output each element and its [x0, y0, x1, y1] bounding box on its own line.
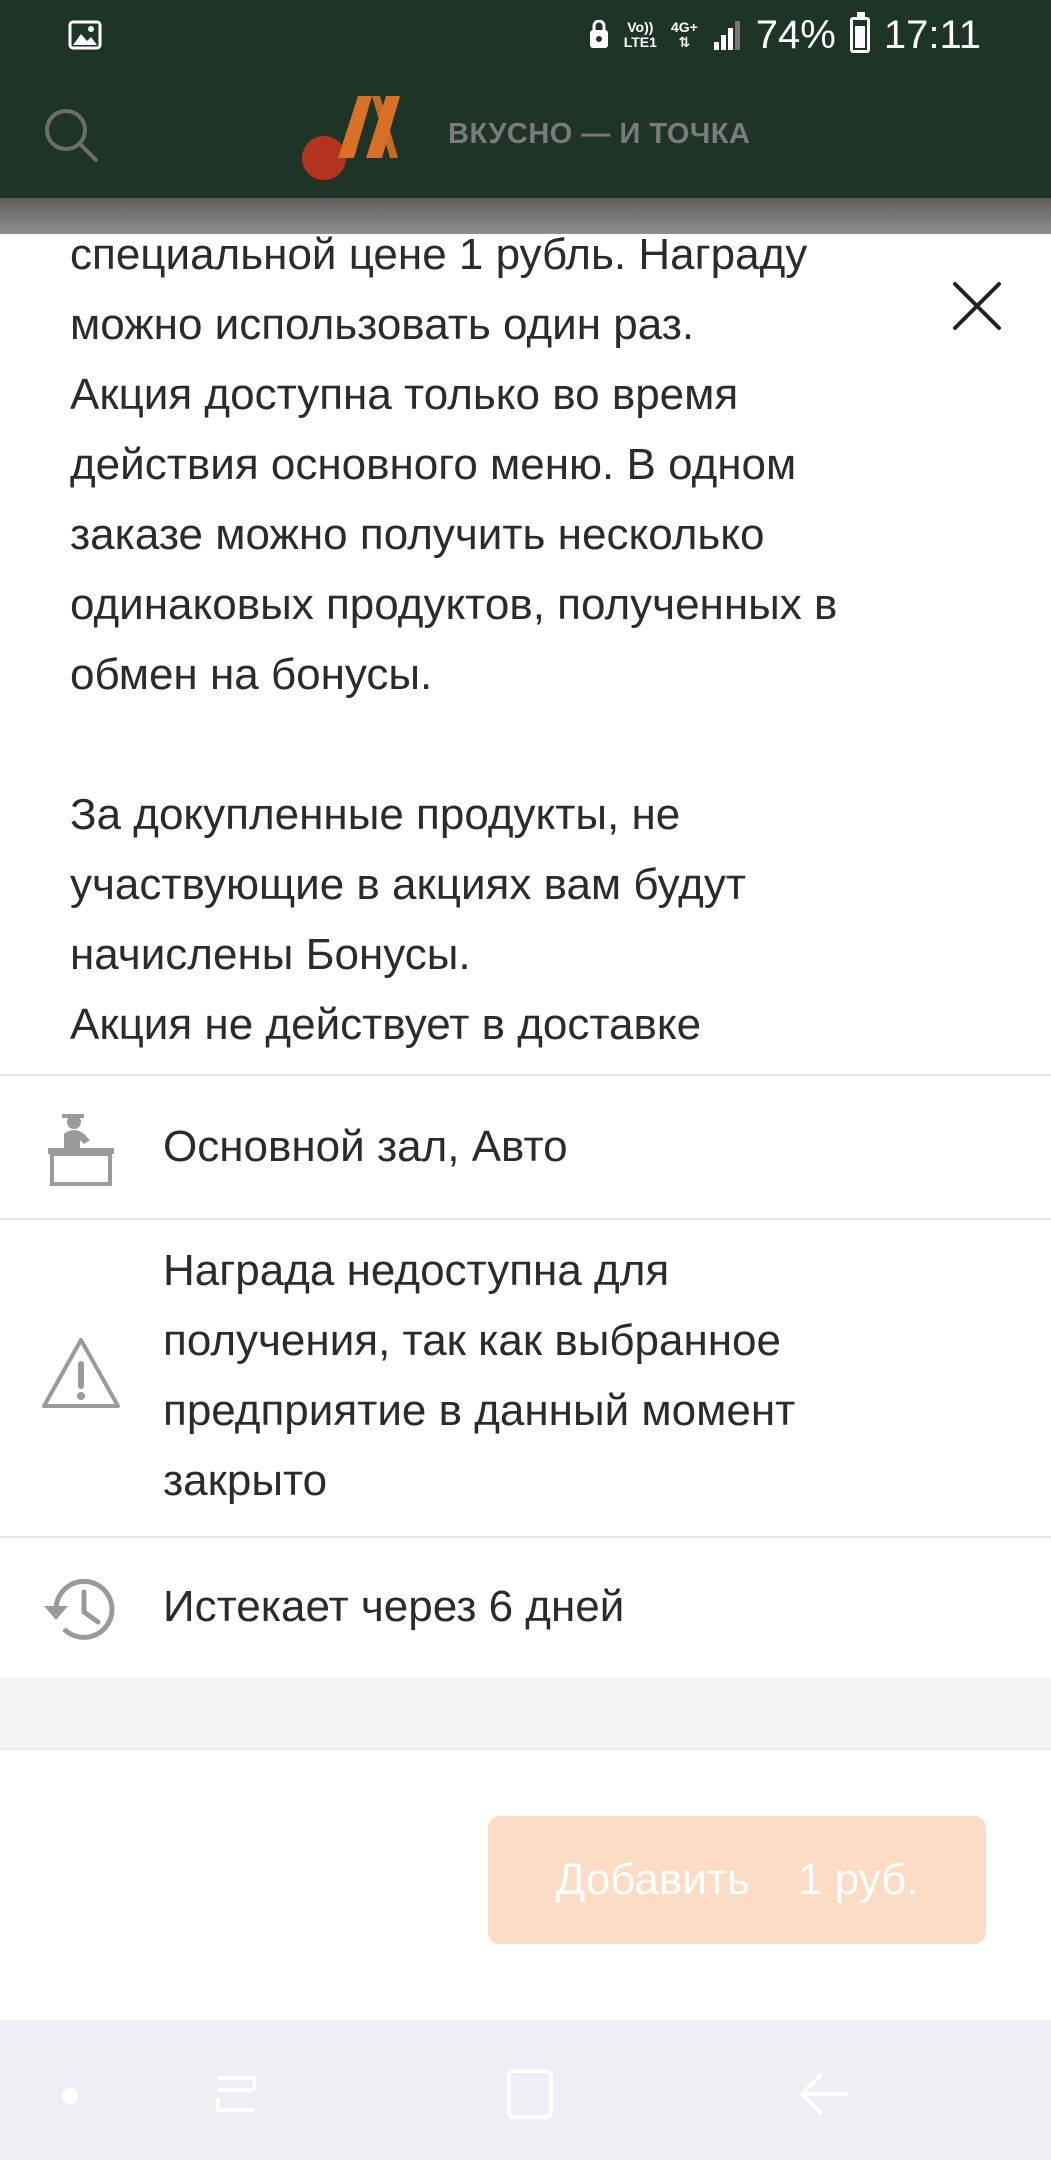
dimmed-backdrop[interactable] — [0, 198, 1051, 234]
note-line: Акция не действует в доставке — [70, 1000, 702, 1049]
history-icon — [44, 1578, 115, 1640]
signal-icon — [713, 21, 740, 50]
close-icon[interactable] — [945, 274, 1009, 338]
warning-line: получения, так как выбранное — [163, 1316, 781, 1365]
note-line: участвующие в акциях вам будут — [70, 860, 747, 909]
search-icon[interactable] — [42, 106, 100, 164]
description-line: можно использовать один раз. — [70, 300, 695, 349]
volte-indicator: Vo)) LTE1 — [623, 19, 657, 50]
battery-percent: 74% — [755, 12, 836, 57]
expiry-label: Истекает через 6 дней — [163, 1582, 625, 1631]
note-line: начислены Бонусы. — [70, 930, 471, 979]
description-line: обмен на бонусы. — [70, 650, 433, 699]
nfc-lock-icon — [589, 20, 608, 48]
warning-text: Награда недоступна для получения, так ка… — [163, 1236, 1023, 1516]
reward-sheet: специальной цене 1 рубль. Награду можно … — [0, 234, 1051, 2020]
description-line: специальной цене 1 рубль. Награду — [70, 234, 808, 279]
battery-icon — [849, 12, 870, 53]
description-line: действия основного меню. В одном — [70, 440, 797, 489]
restaurant-hall-label: Основной зал, Авто — [163, 1122, 568, 1171]
description-line: заказе можно получить несколько — [70, 510, 765, 559]
home-icon[interactable] — [506, 2068, 554, 2120]
recents-icon[interactable] — [210, 2068, 262, 2120]
status-icons: Vo)) LTE1 4G+ ⇅ 74% 17:11 — [588, 12, 981, 58]
counter-icon — [48, 1114, 114, 1186]
status-bar: Vo)) LTE1 4G+ ⇅ 74% 17:11 — [0, 0, 1051, 70]
add-button-price: 1 руб. — [797, 1855, 919, 1904]
description-line: Акция доступна только во время — [70, 370, 739, 419]
add-button-label: Добавить — [555, 1855, 750, 1904]
back-icon[interactable] — [796, 2070, 852, 2118]
system-nav-bar — [0, 2020, 1051, 2160]
restaurant-hall-row: Основной зал, Авто — [0, 1074, 1051, 1218]
reward-description: специальной цене 1 рубль. Награду можно … — [70, 234, 970, 1060]
network-indicator: 4G+ ⇅ — [670, 19, 698, 50]
logo-icon[interactable] — [300, 88, 420, 184]
clock: 17:11 — [883, 12, 981, 57]
warning-line: предприятие в данный момент — [163, 1386, 796, 1435]
add-button[interactable]: Добавить 1 руб. — [488, 1816, 986, 1944]
expiry-row: Истекает через 6 дней — [0, 1536, 1051, 1678]
image-icon — [68, 20, 102, 50]
note-line: За докупленные продукты, не — [70, 790, 681, 839]
availability-warning-row: Награда недоступна для получения, так ка… — [0, 1218, 1051, 1536]
description-line: одинаковых продуктов, полученных в — [70, 580, 838, 629]
warning-line: закрыто — [163, 1456, 328, 1505]
app-header: ВКУСНО — И ТОЧКА — [0, 70, 1051, 198]
brand-name: ВКУСНО — И ТОЧКА — [448, 118, 751, 150]
warning-icon — [42, 1338, 120, 1408]
warning-line: Награда недоступна для — [163, 1246, 670, 1295]
section-separator — [0, 1678, 1051, 1750]
dot-icon[interactable] — [62, 2088, 78, 2104]
